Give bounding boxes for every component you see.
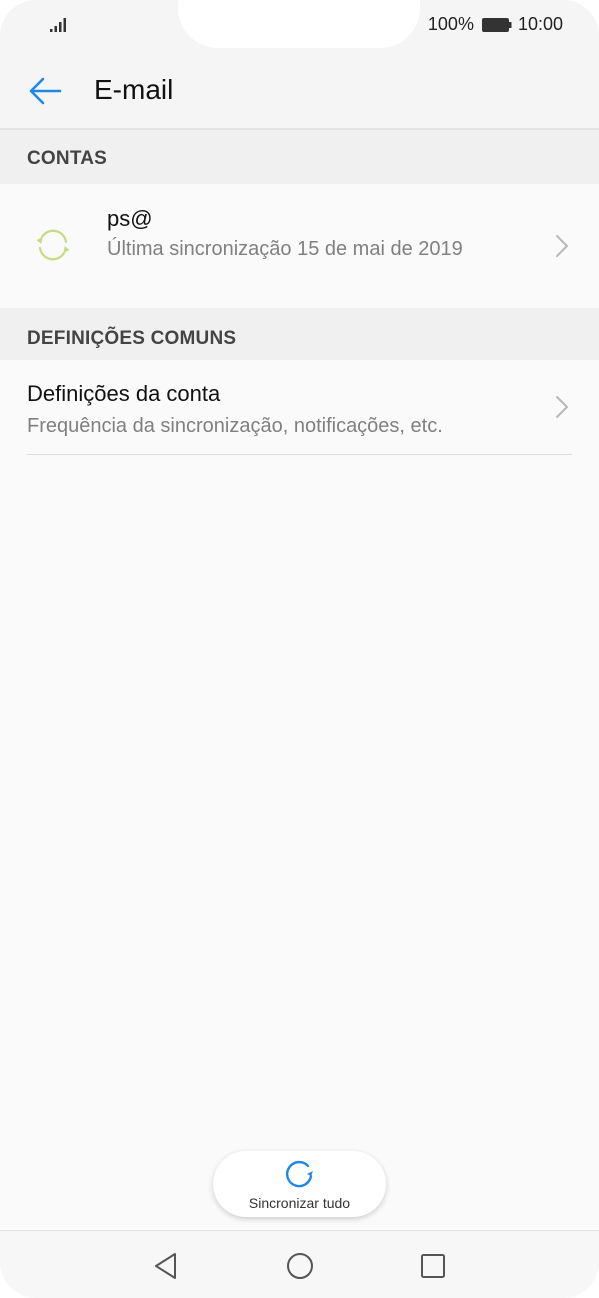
phone-screen: 100% 10:00 E-mail CONTAS ps@ Última sinc…: [0, 0, 599, 1298]
sync-all-label: Sincronizar tudo: [248, 1195, 351, 1211]
signal-icon: [50, 18, 66, 32]
refresh-icon: [285, 1160, 313, 1188]
battery-percent: 100%: [427, 14, 474, 34]
section-header-accounts: CONTAS: [0, 130, 599, 184]
arrow-left-icon[interactable]: [28, 76, 62, 106]
chevron-right-icon: [556, 235, 568, 257]
account-name: ps@: [107, 206, 153, 231]
section-header-accounts-label: CONTAS: [27, 148, 108, 169]
account-settings-subtitle: Frequência da sincronização, notificaçõe…: [27, 415, 443, 437]
navigation-bar: [0, 1230, 599, 1298]
account-last-sync: Última sincronização 15 de mai de 2019: [107, 238, 463, 260]
status-bar: 100% 10:00: [0, 0, 599, 50]
app-bar: E-mail: [0, 50, 599, 130]
section-header-common-label: DEFINIÇÕES COMUNS: [27, 328, 237, 349]
account-row[interactable]: ps@ Última sincronização 15 de mai de 20…: [0, 184, 599, 308]
sync-all-button[interactable]: Sincronizar tudo: [213, 1151, 386, 1217]
battery-icon: [481, 17, 512, 32]
sync-icon: [36, 229, 70, 261]
divider: [27, 454, 572, 455]
camera-notch: [178, 0, 420, 48]
section-header-common: DEFINIÇÕES COMUNS: [0, 308, 599, 360]
page-title: E-mail: [94, 74, 174, 105]
nav-recent-icon[interactable]: [418, 1251, 448, 1281]
nav-back-icon[interactable]: [151, 1251, 181, 1281]
chevron-right-icon: [556, 396, 568, 418]
account-settings-title: Definições da conta: [27, 381, 221, 406]
nav-home-icon[interactable]: [285, 1251, 315, 1281]
status-right: 100% 10:00: [428, 14, 563, 35]
account-settings-row[interactable]: Definições da conta Frequência da sincro…: [0, 361, 599, 455]
clock: 10:00: [517, 14, 563, 34]
